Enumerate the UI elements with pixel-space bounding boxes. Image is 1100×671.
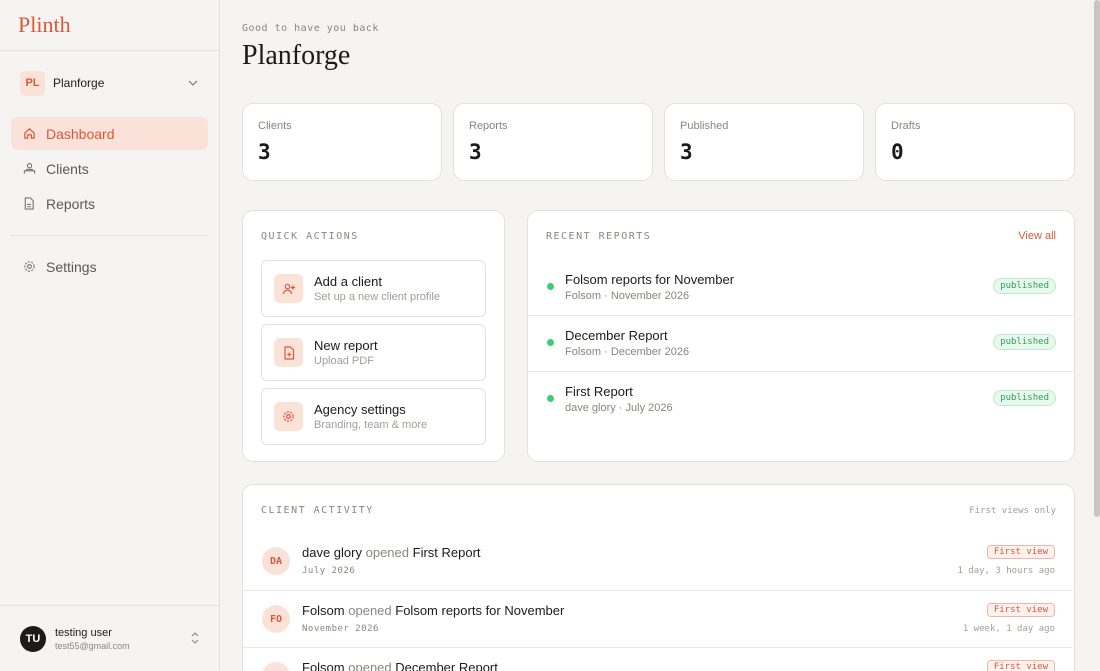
first-view-badge: First view xyxy=(986,660,1055,671)
chevron-down-icon xyxy=(186,76,200,90)
stat-card-clients: Clients 3 xyxy=(242,103,442,181)
status-dot xyxy=(547,339,554,346)
action-subtitle: Branding, team & more xyxy=(314,419,428,431)
client-avatar: FO xyxy=(262,662,290,671)
view-all-link[interactable]: View all xyxy=(1018,230,1056,242)
client-avatar: DA xyxy=(262,547,290,575)
gear-icon xyxy=(274,402,303,431)
time-ago: 1 day, 3 hours ago xyxy=(957,566,1055,576)
quick-actions-card: QUICK ACTIONS Add a client Set up a new … xyxy=(242,210,505,462)
nav-label: Clients xyxy=(46,160,89,177)
report-row[interactable]: December Report Folsom · December 2026 p… xyxy=(528,315,1074,371)
stat-card-published: Published 3 xyxy=(664,103,864,181)
status-badge: published xyxy=(993,390,1056,406)
nav-item-clients[interactable]: Clients xyxy=(11,152,208,185)
first-view-badge: First view xyxy=(986,603,1055,617)
action-title: Add a client xyxy=(314,274,382,289)
report-meta: Folsom · November 2026 xyxy=(565,290,690,302)
first-view-badge: First view xyxy=(986,545,1055,559)
report-row[interactable]: Folsom reports for November Folsom · Nov… xyxy=(528,260,1074,316)
status-dot xyxy=(547,395,554,402)
stat-value: 0 xyxy=(891,140,904,164)
stat-card-reports: Reports 3 xyxy=(453,103,653,181)
status-dot xyxy=(547,283,554,290)
workspace-badge: PL xyxy=(20,70,45,96)
stat-label: Drafts xyxy=(891,120,921,132)
report-row[interactable]: First Report dave glory · July 2026 publ… xyxy=(528,371,1074,427)
activity-row[interactable]: FO Folsom opened Folsom reports for Nove… xyxy=(243,590,1073,647)
gear-icon xyxy=(21,259,37,275)
client-avatar: FO xyxy=(262,605,290,633)
sidebar: Plinth PL Planforge Dashboard Clients Re… xyxy=(0,0,220,671)
nav-divider xyxy=(11,235,208,236)
scrollbar[interactable] xyxy=(1094,0,1100,517)
action-subtitle: Set up a new client profile xyxy=(314,291,440,303)
section-heading: QUICK ACTIONS xyxy=(261,231,359,242)
activity-verb: opened xyxy=(348,660,392,671)
report-title: December Report xyxy=(565,328,668,343)
user-email: test55@gmail.com xyxy=(55,640,130,651)
chevron-updown-icon xyxy=(191,632,199,645)
action-title: Agency settings xyxy=(314,402,406,417)
stat-value: 3 xyxy=(258,140,271,164)
activity-row[interactable]: FO Folsom opened December Report First v… xyxy=(243,647,1073,671)
user-menu[interactable]: TU testing user test55@gmail.com xyxy=(0,605,219,671)
activity-verb: opened xyxy=(348,603,392,618)
section-heading: RECENT REPORTS xyxy=(546,231,652,242)
stat-label: Clients xyxy=(258,120,292,132)
agency-settings-button[interactable]: Agency settings Branding, team & more xyxy=(261,388,486,445)
report-title: Folsom reports for November xyxy=(565,272,735,287)
add-client-button[interactable]: Add a client Set up a new client profile xyxy=(261,260,486,317)
report-name: December Report xyxy=(395,660,498,671)
report-title: First Report xyxy=(565,384,633,399)
workspace-switcher[interactable]: PL Planforge xyxy=(20,70,200,96)
client-name: Folsom xyxy=(302,660,345,671)
stat-value: 3 xyxy=(469,140,482,164)
user-plus-icon xyxy=(274,274,303,303)
page-title: Planforge xyxy=(242,40,351,71)
file-plus-icon xyxy=(274,338,303,367)
document-icon xyxy=(21,196,37,212)
greeting-text: Good to have you back xyxy=(242,23,379,34)
new-report-button[interactable]: New report Upload PDF xyxy=(261,324,486,381)
status-badge: published xyxy=(993,278,1056,294)
nav-label: Dashboard xyxy=(46,125,115,142)
activity-text: Folsom opened December Report xyxy=(302,660,498,671)
nav-item-dashboard[interactable]: Dashboard xyxy=(11,117,208,150)
action-title: New report xyxy=(314,338,378,353)
report-period: July 2026 xyxy=(302,566,356,576)
activity-verb: opened xyxy=(365,545,409,560)
stat-value: 3 xyxy=(680,140,693,164)
stat-label: Published xyxy=(680,120,729,132)
report-period: November 2026 xyxy=(302,624,379,634)
report-name: Folsom reports for November xyxy=(395,603,565,618)
filter-note: First views only xyxy=(969,506,1056,516)
brand-logo[interactable]: Plinth xyxy=(0,0,219,51)
nav-label: Settings xyxy=(46,258,97,275)
home-icon xyxy=(21,126,37,142)
report-meta: dave glory · July 2026 xyxy=(565,402,673,414)
activity-row[interactable]: DA dave glory opened First Report July 2… xyxy=(243,533,1073,590)
user-name: testing user xyxy=(55,626,112,639)
recent-reports-card: RECENT REPORTS View all Folsom reports f… xyxy=(527,210,1075,462)
stat-label: Reports xyxy=(469,120,508,132)
stat-card-drafts: Drafts 0 xyxy=(875,103,1075,181)
nav-label: Reports xyxy=(46,195,96,212)
report-meta: Folsom · December 2026 xyxy=(565,346,690,358)
action-subtitle: Upload PDF xyxy=(314,355,374,367)
status-badge: published xyxy=(993,334,1056,350)
client-name: Folsom xyxy=(302,603,345,618)
time-ago: 1 week, 1 day ago xyxy=(962,624,1055,634)
users-icon xyxy=(21,161,37,177)
nav-item-reports[interactable]: Reports xyxy=(11,187,208,220)
client-activity-card: CLIENT ACTIVITY First views only DA dave… xyxy=(242,484,1075,671)
activity-text: Folsom opened Folsom reports for Novembe… xyxy=(302,603,564,618)
activity-text: dave glory opened First Report xyxy=(302,545,481,560)
client-name: dave glory xyxy=(302,545,362,560)
avatar: TU xyxy=(20,625,46,652)
workspace-name: Planforge xyxy=(53,76,105,90)
nav-item-settings[interactable]: Settings xyxy=(11,250,208,283)
section-heading: CLIENT ACTIVITY xyxy=(261,505,374,516)
report-name: First Report xyxy=(412,545,481,560)
